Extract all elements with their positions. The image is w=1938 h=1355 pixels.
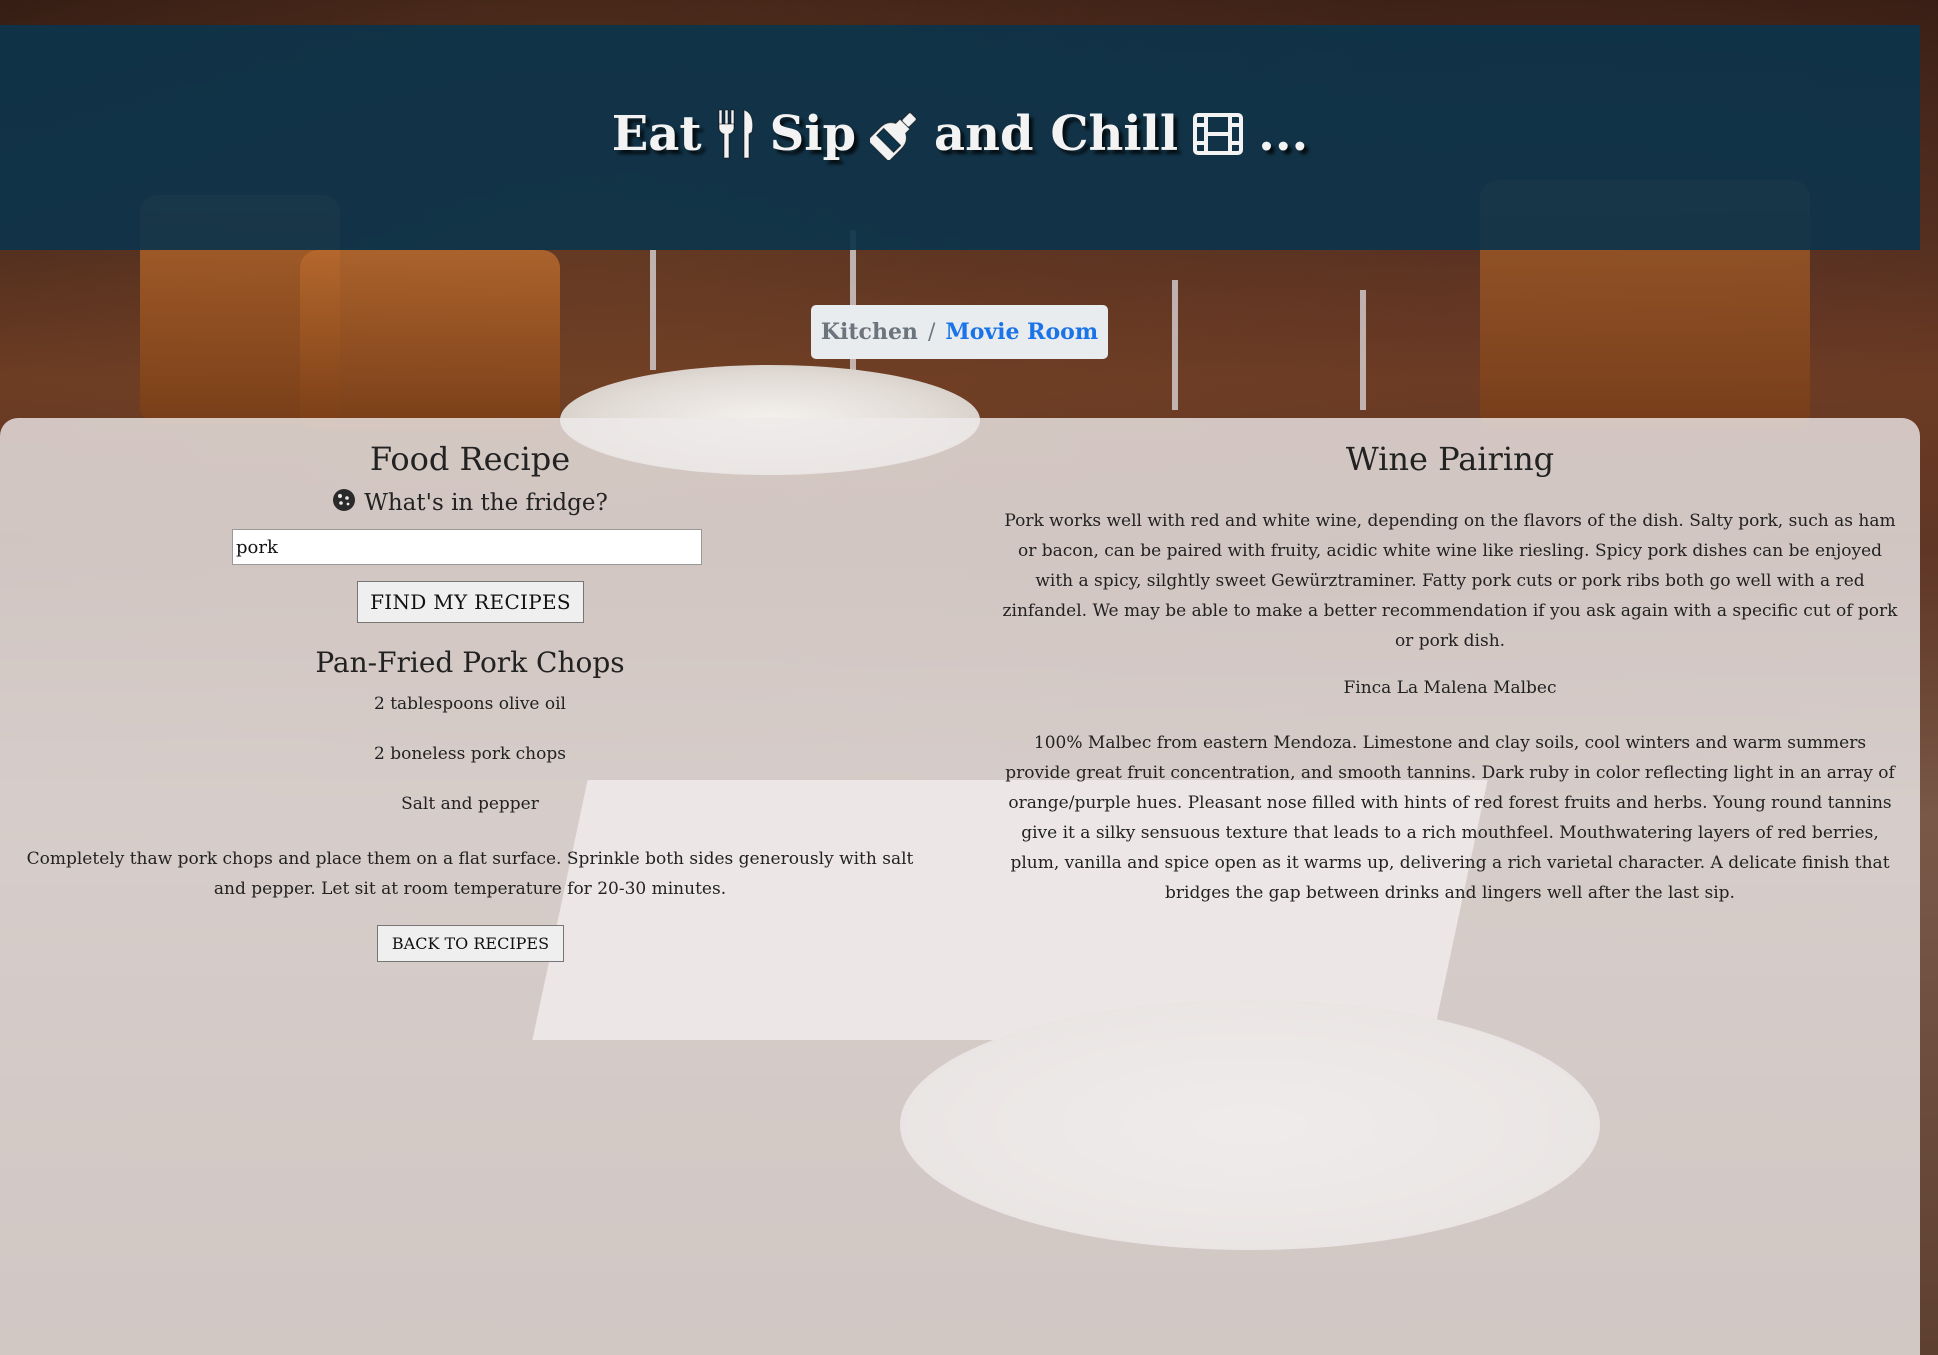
wine-tasting-notes: 100% Malbec from eastern Mendoza. Limest… [1005, 733, 1895, 903]
ingredient-item: 2 boneless pork chops [374, 744, 566, 764]
breadcrumb-kitchen: Kitchen [820, 319, 918, 345]
header-bar: Eat Sip and Chill ... [0, 25, 1920, 250]
glass-shape [1360, 290, 1366, 410]
glass-shape [1172, 280, 1178, 410]
recipe-instructions: Completely thaw pork chops and place the… [26, 849, 914, 899]
back-to-recipes-button[interactable]: BACK TO RECIPES [377, 925, 564, 962]
fork-knife-icon [716, 108, 756, 160]
wine-pairing-description: Pork works well with red and white wine,… [1002, 511, 1898, 651]
title-and-chill: and Chill [934, 105, 1179, 162]
find-recipes-button[interactable]: FIND MY RECIPES [357, 581, 584, 623]
site-title: Eat Sip and Chill ... [612, 106, 1309, 162]
chair-shape [300, 250, 560, 430]
title-ellipsis: ... [1258, 105, 1309, 162]
cookie-icon [332, 488, 356, 518]
film-icon [1192, 112, 1244, 156]
breadcrumb: Kitchen / Movie Room [811, 305, 1108, 359]
recipe-title: Pan-Fried Pork Chops [315, 646, 625, 679]
wine-pairing-heading: Wine Pairing [1345, 440, 1555, 478]
breadcrumb-movie-room-link[interactable]: Movie Room [945, 319, 1098, 345]
fridge-prompt: What's in the fridge? [0, 488, 940, 518]
wine-name: Finca La Malena Malbec [1343, 678, 1557, 698]
title-eat: Eat [611, 105, 702, 162]
title-sip: Sip [769, 105, 857, 162]
ingredient-search-input[interactable] [232, 529, 702, 565]
fridge-prompt-text: What's in the fridge? [364, 490, 608, 516]
wine-bottle-icon [870, 108, 920, 160]
breadcrumb-separator: / [927, 319, 936, 345]
ingredient-item: 2 tablespoons olive oil [373, 694, 566, 714]
content-panel: Food Recipe What's in the fridge? FIND M… [0, 418, 1920, 1355]
glass-shape [650, 250, 656, 370]
ingredient-item: Salt and pepper [401, 794, 539, 814]
food-recipe-heading: Food Recipe [369, 440, 571, 478]
